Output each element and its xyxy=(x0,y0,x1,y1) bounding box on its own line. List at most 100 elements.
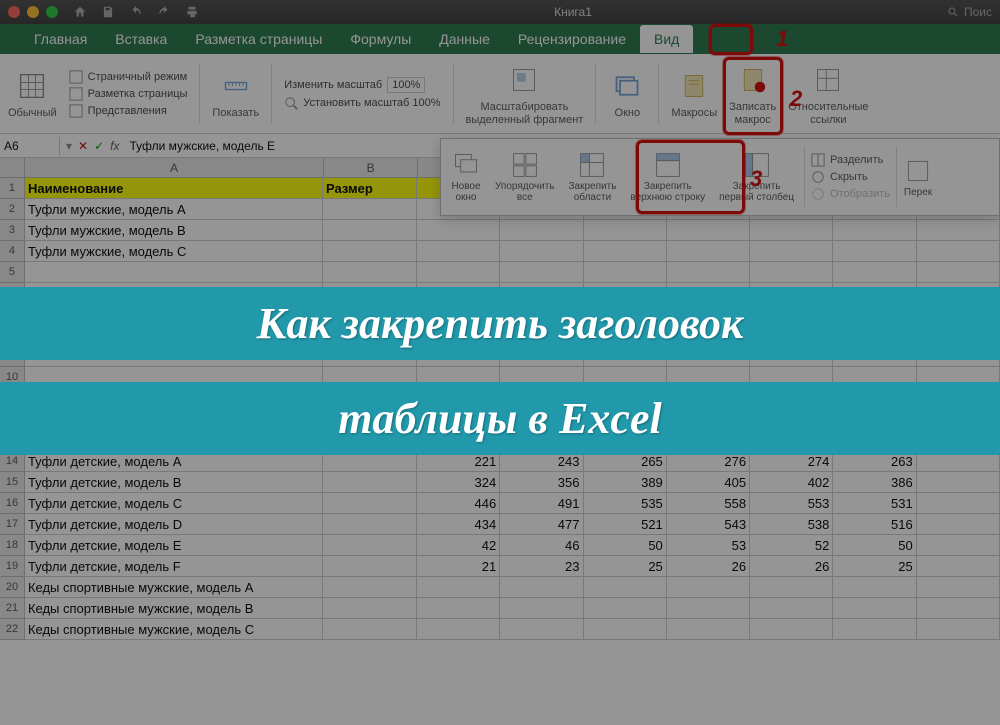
cell[interactable] xyxy=(667,577,750,598)
freeze-top-row-button[interactable]: Закрепитьверхнюю строку xyxy=(626,149,709,205)
cell[interactable] xyxy=(917,220,1000,241)
cell[interactable] xyxy=(584,577,667,598)
minimize-button[interactable] xyxy=(27,6,39,18)
cell[interactable] xyxy=(917,598,1000,619)
change-zoom[interactable]: Изменить масштаб 100% xyxy=(284,77,440,93)
cell[interactable] xyxy=(417,619,500,640)
cell[interactable]: 21 xyxy=(417,556,500,577)
row-header-3[interactable]: 3 xyxy=(0,220,25,241)
row-header-15[interactable]: 15 xyxy=(0,472,25,493)
undo-icon[interactable] xyxy=(129,5,143,19)
cell[interactable]: 405 xyxy=(667,472,750,493)
cell[interactable]: 25 xyxy=(584,556,667,577)
cell[interactable]: Кеды спортивные мужские, модель B xyxy=(25,598,323,619)
tab-formulas[interactable]: Формулы xyxy=(336,25,425,53)
cell[interactable]: 42 xyxy=(417,535,500,556)
cell[interactable] xyxy=(667,262,750,283)
cell[interactable]: 53 xyxy=(667,535,750,556)
cell[interactable] xyxy=(917,556,1000,577)
cell[interactable] xyxy=(323,619,417,640)
cell[interactable] xyxy=(417,220,500,241)
cell[interactable]: 477 xyxy=(500,514,583,535)
cell[interactable]: 389 xyxy=(584,472,667,493)
cell[interactable] xyxy=(323,535,417,556)
cell[interactable] xyxy=(417,241,500,262)
zoom-selection-button[interactable]: Масштабироватьвыделенный фрагмент xyxy=(466,61,584,125)
arrange-all-button[interactable]: Упорядочитьвсе xyxy=(491,149,559,205)
name-box[interactable]: A6 xyxy=(0,137,60,155)
row-header-1[interactable]: 1 xyxy=(0,178,25,199)
cell[interactable] xyxy=(833,577,916,598)
cell[interactable]: 434 xyxy=(417,514,500,535)
cell[interactable] xyxy=(500,241,583,262)
cell[interactable] xyxy=(323,514,417,535)
new-window-button[interactable]: Новоеокно xyxy=(447,149,485,205)
cell[interactable]: 491 xyxy=(500,493,583,514)
cell[interactable]: 25 xyxy=(833,556,916,577)
formula-dropdown-icon[interactable]: ▾ xyxy=(66,139,72,153)
cell[interactable] xyxy=(584,262,667,283)
tab-page-layout[interactable]: Разметка страницы xyxy=(181,25,336,53)
row-header-17[interactable]: 17 xyxy=(0,514,25,535)
cell[interactable] xyxy=(667,220,750,241)
cell[interactable]: 535 xyxy=(584,493,667,514)
print-icon[interactable] xyxy=(185,5,199,19)
row-header-21[interactable]: 21 xyxy=(0,598,25,619)
tab-view[interactable]: Вид xyxy=(640,25,693,53)
cell[interactable] xyxy=(833,220,916,241)
cell[interactable] xyxy=(25,262,323,283)
cell[interactable] xyxy=(584,598,667,619)
cell[interactable] xyxy=(323,220,417,241)
cell[interactable]: 26 xyxy=(750,556,833,577)
cell[interactable]: 50 xyxy=(584,535,667,556)
cell[interactable]: 538 xyxy=(750,514,833,535)
cell[interactable]: 52 xyxy=(750,535,833,556)
cell[interactable] xyxy=(833,241,916,262)
cell[interactable] xyxy=(750,598,833,619)
macros-button[interactable]: Макросы xyxy=(671,67,717,119)
col-header-A[interactable]: A xyxy=(25,158,324,178)
row-header-5[interactable]: 5 xyxy=(0,262,25,283)
cell[interactable]: Туфли мужские, модель C xyxy=(25,241,323,262)
hide-button[interactable]: Скрыть xyxy=(811,170,890,184)
cell[interactable] xyxy=(750,577,833,598)
zoom-value[interactable]: 100% xyxy=(387,77,425,93)
cell[interactable]: 50 xyxy=(833,535,916,556)
cell[interactable]: Туфли детские, модель F xyxy=(25,556,323,577)
close-button[interactable] xyxy=(8,6,20,18)
cell[interactable]: Кеды спортивные мужские, модель C xyxy=(25,619,323,640)
custom-views[interactable]: Представления xyxy=(69,104,188,118)
cell[interactable]: 558 xyxy=(667,493,750,514)
tab-insert[interactable]: Вставка xyxy=(101,25,181,53)
cell[interactable] xyxy=(323,556,417,577)
freeze-panes-button[interactable]: Закрепитьобласти xyxy=(565,149,621,205)
cell[interactable] xyxy=(584,619,667,640)
cell[interactable] xyxy=(323,577,417,598)
show-button[interactable]: Показать xyxy=(212,67,259,119)
cell[interactable] xyxy=(500,577,583,598)
split-button[interactable]: Разделить xyxy=(811,153,890,167)
normal-view-button[interactable]: Обычный xyxy=(8,67,57,119)
cell[interactable]: Туфли детские, модель E xyxy=(25,535,323,556)
cell[interactable] xyxy=(917,535,1000,556)
cell[interactable]: 531 xyxy=(833,493,916,514)
col-header-B[interactable]: B xyxy=(324,158,418,178)
cell[interactable]: 324 xyxy=(417,472,500,493)
row-header-2[interactable]: 2 xyxy=(0,199,25,220)
cell[interactable] xyxy=(750,262,833,283)
search-box[interactable]: Поис xyxy=(947,5,992,19)
cell[interactable]: 521 xyxy=(584,514,667,535)
cell[interactable] xyxy=(667,598,750,619)
select-all-corner[interactable] xyxy=(0,158,25,178)
cell[interactable] xyxy=(323,493,417,514)
cell[interactable] xyxy=(917,241,1000,262)
zoom-100[interactable]: Установить масштаб 100% xyxy=(284,96,440,110)
cell[interactable]: Размер xyxy=(323,178,417,199)
switch-windows-button[interactable]: Перек xyxy=(903,155,933,200)
redo-icon[interactable] xyxy=(157,5,171,19)
cell[interactable] xyxy=(833,619,916,640)
cell[interactable]: 402 xyxy=(750,472,833,493)
row-header-22[interactable]: 22 xyxy=(0,619,25,640)
cell[interactable] xyxy=(584,220,667,241)
cell[interactable] xyxy=(667,619,750,640)
